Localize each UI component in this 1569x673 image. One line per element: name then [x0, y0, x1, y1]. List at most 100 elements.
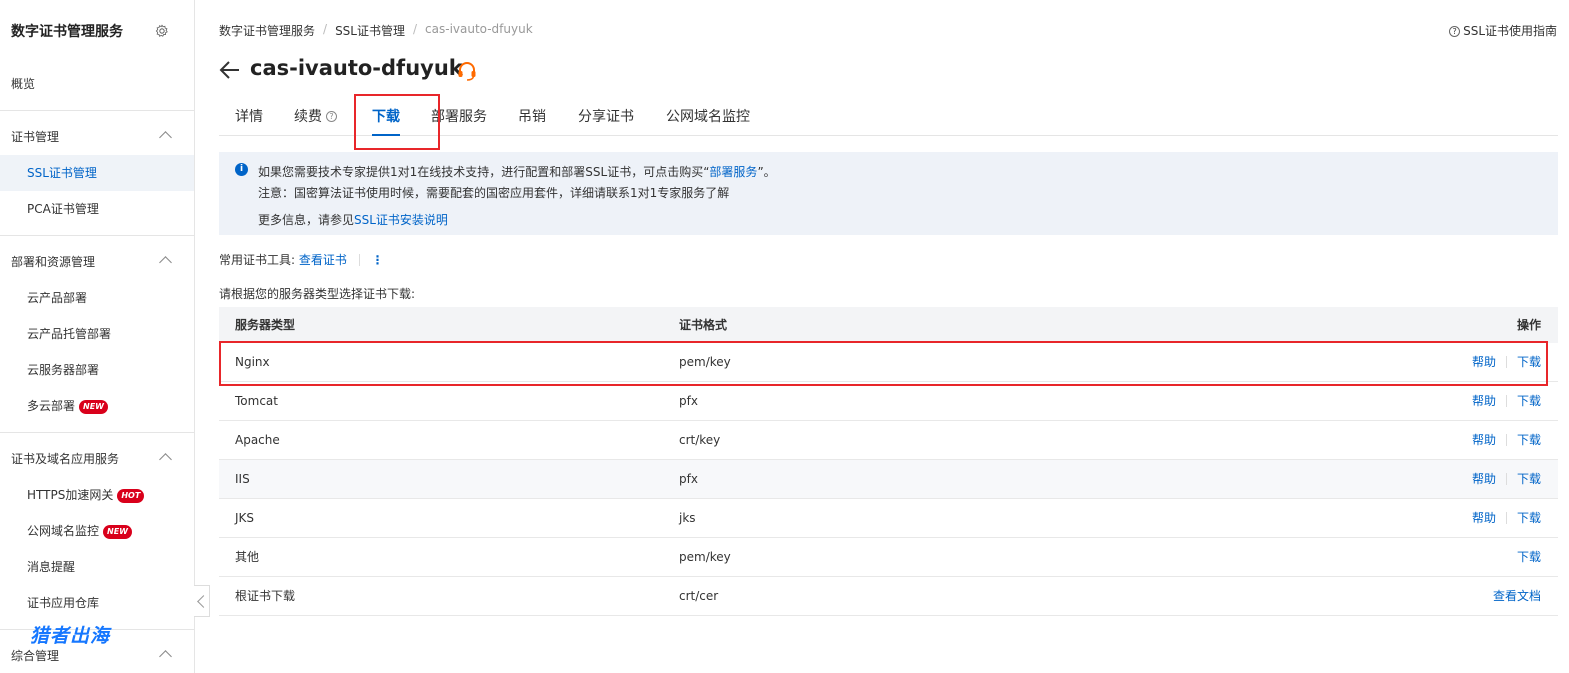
table-row: IIS pfx 帮助 下载: [219, 460, 1558, 499]
help-link[interactable]: 帮助: [1472, 472, 1496, 486]
cert-format: pfx: [679, 394, 698, 408]
info-line-1: 如果您需要技术专家提供1对1在线技术支持，进行配置和部署SSL证书，可点击购买“…: [258, 163, 776, 180]
sidebar-group-label: 证书管理: [11, 130, 60, 144]
tab-renew[interactable]: 续费?: [294, 100, 337, 136]
server-type: JKS: [235, 511, 255, 525]
info-notice: i 如果您需要技术专家提供1对1在线技术支持，进行配置和部署SSL证书，可点击购…: [219, 152, 1558, 235]
help-link[interactable]: 帮助: [1472, 394, 1496, 408]
info-line-2: 注意：国密算法证书使用时候，需要配套的国密应用套件，详细请联系1对1专家服务了解: [258, 186, 730, 200]
sidebar-group-deploy[interactable]: 部署和资源管理: [0, 244, 194, 280]
guide-link-label: SSL证书使用指南: [1463, 24, 1557, 38]
sidebar-item-ssl-cert[interactable]: SSL证书管理: [0, 155, 194, 191]
more-options-icon[interactable]: ⋮: [372, 253, 384, 267]
sidebar: 数字证书管理服务 概览 证书管理 SSL证书管理 PCA证书管理 部署和资源管理…: [0, 0, 195, 673]
tab-label: 续费: [294, 109, 322, 125]
back-arrow-icon[interactable]: [219, 60, 241, 80]
header-server-type: 服务器类型: [235, 318, 296, 332]
divider: [1505, 395, 1507, 407]
new-badge: NEW: [79, 399, 108, 414]
sidebar-group-app-services[interactable]: 证书及域名应用服务: [0, 441, 194, 477]
sidebar-item-notifications[interactable]: 消息提醒: [0, 549, 194, 585]
table-row: 其他 pem/key 下载: [219, 538, 1558, 577]
download-link[interactable]: 下载: [1517, 394, 1541, 408]
sidebar-title: 数字证书管理服务: [11, 24, 123, 40]
server-type: 根证书下载: [235, 589, 296, 603]
chevron-up-icon: [159, 453, 172, 466]
table-header: 服务器类型 证书格式 操作: [219, 307, 1558, 343]
sidebar-item-cert-repo[interactable]: 证书应用仓库: [0, 585, 194, 621]
divider: [358, 254, 360, 266]
help-link[interactable]: 帮助: [1472, 433, 1496, 447]
server-type: 其他: [235, 550, 260, 564]
table-row: 根证书下载 crt/cer 查看文档: [219, 577, 1558, 616]
table-row: Apache crt/key 帮助 下载: [219, 421, 1558, 460]
sidebar-group-cert-management[interactable]: 证书管理: [0, 119, 194, 155]
sidebar-item-hosted-deploy[interactable]: 云产品托管部署: [0, 316, 194, 352]
tab-share-cert[interactable]: 分享证书: [578, 100, 634, 136]
divider: [1505, 512, 1507, 524]
tab-domain-monitor[interactable]: 公网域名监控: [666, 100, 750, 136]
cert-format: pfx: [679, 472, 698, 486]
select-hint: 请根据您的服务器类型选择证书下载:: [219, 287, 416, 301]
sidebar-item-overview[interactable]: 概览: [0, 66, 194, 102]
sidebar-item-label: HTTPS加速网关: [27, 488, 114, 502]
help-circle-icon: ?: [1449, 26, 1461, 37]
tools-label: 常用证书工具:: [219, 253, 296, 267]
server-type: IIS: [235, 472, 250, 486]
gear-icon[interactable]: [155, 24, 169, 38]
breadcrumb-item[interactable]: SSL证书管理: [335, 22, 405, 39]
download-link[interactable]: 下载: [1517, 511, 1541, 525]
view-docs-link[interactable]: 查看文档: [1493, 589, 1541, 603]
deploy-service-link[interactable]: 部署服务: [709, 165, 757, 179]
support-headset-icon[interactable]: [456, 60, 478, 82]
help-link[interactable]: 帮助: [1472, 511, 1496, 525]
breadcrumb-separator: /: [412, 22, 418, 36]
breadcrumb-item[interactable]: 数字证书管理服务: [219, 22, 315, 39]
sidebar-item-cloud-product-deploy[interactable]: 云产品部署: [0, 280, 194, 316]
cert-format: crt/key: [679, 433, 721, 447]
download-link[interactable]: 下载: [1517, 472, 1541, 486]
guide-link[interactable]: ? SSL证书使用指南: [1449, 22, 1557, 39]
cert-format: jks: [679, 511, 696, 525]
sidebar-group-label: 证书及域名应用服务: [11, 452, 120, 466]
info-text: ”。: [757, 165, 776, 179]
sidebar-item-server-deploy[interactable]: 云服务器部署: [0, 352, 194, 388]
sidebar-group-label: 部署和资源管理: [11, 255, 96, 269]
info-icon: i: [235, 163, 248, 176]
new-badge: NEW: [103, 524, 132, 539]
view-cert-link[interactable]: 查看证书: [299, 253, 347, 267]
info-text: 如果您需要技术专家提供1对1在线技术支持，进行配置和部署SSL证书，可点击购买“: [258, 165, 710, 179]
breadcrumb: 数字证书管理服务 / SSL证书管理 / cas-ivauto-dfuyuk: [219, 22, 533, 39]
row-actions: 帮助 下载: [1472, 382, 1541, 421]
sidebar-divider: [0, 110, 194, 111]
cert-format: crt/cer: [679, 589, 719, 603]
breadcrumb-current: cas-ivauto-dfuyuk: [425, 22, 533, 36]
sidebar-item-label: 公网域名监控: [27, 524, 100, 538]
row-actions: 帮助 下载: [1472, 460, 1541, 499]
help-circle-icon[interactable]: ?: [326, 111, 337, 122]
sidebar-collapse-handle[interactable]: [194, 585, 210, 617]
tab-revoke[interactable]: 吊销: [518, 100, 546, 136]
tab-details[interactable]: 详情: [235, 100, 263, 136]
cert-format: pem/key: [679, 550, 731, 564]
server-type: Tomcat: [235, 394, 278, 408]
hot-badge: HOT: [117, 488, 145, 503]
divider: [1505, 473, 1507, 485]
install-guide-link[interactable]: SSL证书安装说明: [354, 213, 448, 227]
highlight-box-nginx-row: [219, 341, 1548, 386]
sidebar-item-domain-monitor[interactable]: 公网域名监控 NEW: [0, 513, 194, 549]
chevron-up-icon: [159, 131, 172, 144]
sidebar-item-pca-cert[interactable]: PCA证书管理: [0, 191, 194, 227]
row-actions: 查看文档: [1493, 577, 1541, 616]
sidebar-item-multicloud-deploy[interactable]: 多云部署 NEW: [0, 388, 194, 424]
download-link[interactable]: 下载: [1517, 433, 1541, 447]
divider: [1505, 434, 1507, 446]
header-cert-format: 证书格式: [679, 318, 728, 332]
page-title: cas-ivauto-dfuyuk: [250, 56, 463, 80]
download-link[interactable]: 下载: [1517, 550, 1541, 564]
sidebar-group-label: 综合管理: [11, 649, 60, 663]
breadcrumb-separator: /: [323, 22, 328, 36]
server-type: Apache: [235, 433, 280, 447]
sidebar-item-https-gateway[interactable]: HTTPS加速网关 HOT: [0, 477, 194, 513]
sidebar-item-label: 多云部署: [27, 399, 76, 413]
